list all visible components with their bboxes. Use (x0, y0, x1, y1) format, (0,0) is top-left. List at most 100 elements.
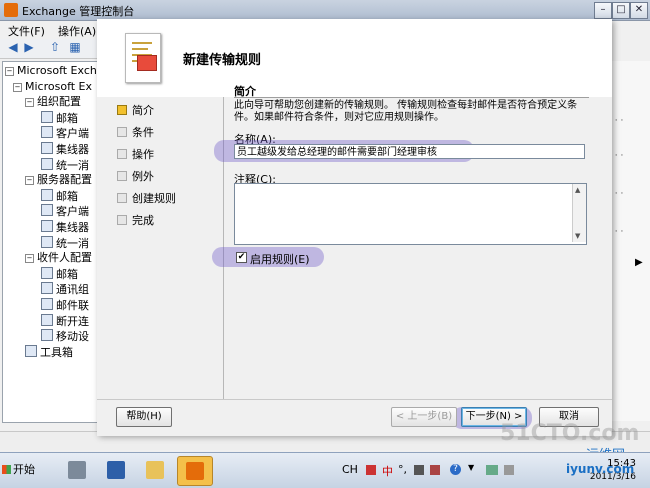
tree-expander-icon[interactable]: − (25, 254, 34, 264)
ime-icon[interactable] (366, 465, 376, 475)
tree-node-label: 客户端 (56, 127, 89, 141)
tree-item-icon (41, 110, 53, 123)
tree-expander-icon[interactable]: − (13, 82, 22, 92)
section-divider (234, 97, 589, 98)
tree-node[interactable]: 工具箱 (25, 344, 73, 359)
tree-expander-icon[interactable]: − (25, 176, 34, 186)
view-tree-icon[interactable]: ▦ (68, 41, 82, 54)
tool-icon[interactable] (430, 465, 440, 475)
back-button[interactable]: < 上一步(B) (391, 407, 457, 427)
tree-node[interactable]: 集线器 (41, 220, 89, 234)
enable-rule-label[interactable]: 启用规则(E) (250, 251, 310, 267)
tree-node[interactable]: − 组织配置 (25, 95, 81, 109)
taskbar-explorer[interactable] (138, 456, 172, 484)
exchange-icon (186, 462, 204, 480)
enable-rule-checkbox[interactable]: ✔ (236, 252, 247, 263)
menu-file[interactable]: 文件(F) (8, 23, 45, 39)
tree-node[interactable]: 断开连 (41, 313, 89, 328)
tree-node-label: 邮箱 (56, 267, 78, 281)
wizard-content: 简介 此向导可帮助您创建新的传输规则。 传输规则检查每封邮件是否符合预定义条件。… (212, 83, 604, 399)
step-completion: 完成 (117, 212, 154, 228)
tree-item-icon (41, 188, 53, 201)
tree-node-label: 邮箱 (56, 111, 78, 125)
powershell-icon (107, 461, 125, 479)
tree-item-icon (41, 157, 53, 170)
expand-arrow-icon[interactable]: ▶ (635, 257, 643, 268)
tree-node-label: 客户端 (56, 205, 89, 219)
step-exceptions: 例外 (117, 168, 154, 184)
watermark-iyunv: iyunv.com (566, 462, 635, 476)
step-bullet-icon (117, 127, 127, 137)
close-button[interactable]: ✕ (630, 2, 648, 19)
back-arrow-icon[interactable]: ◀ (6, 41, 20, 54)
tree-expander-icon[interactable]: − (25, 98, 34, 108)
keyboard-icon[interactable] (414, 465, 424, 475)
minimize-button[interactable]: – (594, 2, 612, 19)
volume-icon[interactable] (504, 465, 514, 475)
tree-node-label: 工具箱 (40, 345, 73, 359)
tray-expand-icon[interactable]: ▼ (468, 463, 474, 472)
tree-node[interactable]: 集线器 (41, 142, 89, 156)
tree-node[interactable]: − Microsoft Ex (13, 80, 92, 94)
wizard-steps: 简介 条件 操作 例外 创建规则 完成 (97, 97, 223, 399)
tree-node[interactable]: 客户端 (41, 126, 89, 140)
tree-node[interactable]: 邮件联 (41, 298, 89, 312)
tree-node[interactable]: 统一消 (41, 235, 89, 250)
comment-textarea[interactable]: ▲ ▼ (234, 183, 587, 245)
step-intro: 简介 (117, 102, 154, 118)
title-bar[interactable]: Exchange 管理控制台 – □ ✕ (0, 0, 650, 21)
step-conditions: 条件 (117, 124, 154, 140)
tree-expander-icon[interactable]: − (5, 67, 14, 76)
tree-item-icon (41, 142, 53, 154)
tree-node[interactable]: 通讯组 (41, 282, 89, 296)
tree-node[interactable]: − 服务器配置 (25, 173, 92, 187)
toolbar: ◀ ▶ ⇧ ▦ (0, 39, 112, 59)
menu-action[interactable]: 操作(A) (58, 23, 96, 39)
taskbar-server-manager[interactable] (60, 456, 94, 484)
tree-node[interactable]: 邮箱 (41, 188, 78, 203)
window-title: Exchange 管理控制台 (22, 5, 135, 18)
tree-item-icon (41, 298, 53, 310)
tree-item-icon (25, 344, 37, 357)
taskbar-exchange-console[interactable] (177, 456, 213, 486)
tree-node[interactable]: 统一消 (41, 157, 89, 172)
tree-node[interactable]: 移动设 (41, 329, 89, 343)
rule-name-input[interactable]: 员工越级发给总经理的邮件需要部门经理审核 (234, 144, 585, 159)
tree-node-label: 邮件联 (56, 299, 89, 312)
tree-node-label: 移动设 (56, 330, 89, 344)
network-icon[interactable] (486, 465, 498, 475)
tree-item-icon (41, 235, 53, 248)
ime-mode[interactable]: 中 (382, 463, 393, 479)
help-button[interactable]: 帮助(H) (116, 407, 172, 427)
tree-node-label: 通讯组 (56, 283, 89, 297)
tree-item-icon (41, 204, 53, 217)
tree-item-icon (41, 329, 53, 342)
step-label: 操作 (132, 148, 154, 161)
rule-badge-icon (137, 55, 157, 71)
tree-node[interactable]: 邮箱 (41, 110, 78, 125)
language-indicator[interactable]: CH (342, 463, 358, 476)
tree-node[interactable]: − 收件人配置 (25, 251, 92, 265)
wizard-title: 新建传输规则 (183, 53, 262, 68)
forward-arrow-icon[interactable]: ▶ (22, 41, 36, 54)
up-level-icon[interactable]: ⇧ (48, 41, 62, 54)
taskbar-powershell[interactable] (99, 456, 133, 484)
tree-node-label: 统一消 (56, 236, 89, 250)
punctuation-icon[interactable]: °, (398, 463, 407, 476)
step-bullet-icon (117, 171, 127, 181)
scroll-down-icon[interactable]: ▼ (575, 232, 580, 240)
section-description: 此向导可帮助您创建新的传输规则。 传输规则检查每封邮件是否符合预定义条件。如果邮… (234, 100, 578, 123)
windows-logo-icon (2, 465, 11, 474)
tree-item-icon (41, 282, 53, 295)
scroll-up-icon[interactable]: ▲ (575, 186, 580, 194)
help-icon[interactable]: ? (450, 464, 461, 475)
tree-node[interactable]: 客户端 (41, 204, 89, 218)
start-label: 开始 (13, 463, 35, 476)
tree-node-label: 集线器 (56, 143, 89, 156)
step-actions: 操作 (117, 146, 154, 162)
start-button[interactable]: 开始 (2, 459, 40, 481)
tree-node[interactable]: 邮箱 (41, 266, 78, 281)
maximize-button[interactable]: □ (612, 2, 630, 19)
step-label: 简介 (132, 104, 154, 117)
comment-scrollbar[interactable]: ▲ ▼ (572, 184, 586, 242)
